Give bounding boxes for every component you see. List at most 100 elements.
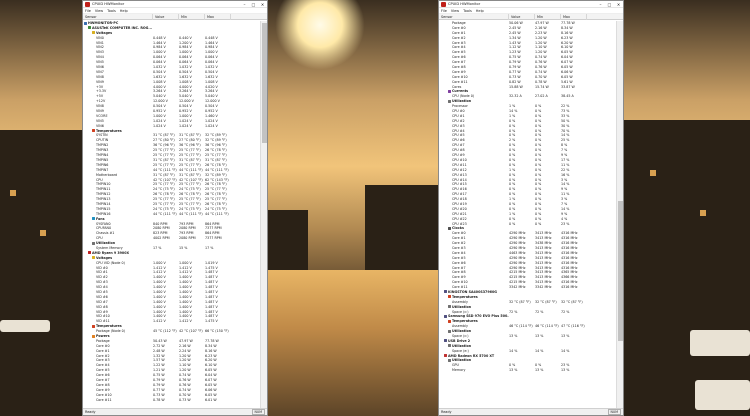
minimize-button[interactable]: – [240, 1, 249, 8]
status-text: Ready [85, 410, 96, 414]
sensor-min: 2080 RPM [179, 236, 196, 241]
hwmonitor-window-left[interactable]: CPUID HWMonitor – □ ✕ File View Tools He… [82, 0, 268, 416]
column-max[interactable]: Max [561, 13, 587, 20]
title-bar[interactable]: CPUID HWMonitor – □ ✕ [83, 1, 267, 8]
menu-file[interactable]: File [441, 9, 447, 13]
volt-icon [92, 256, 95, 260]
row-label-text: Core #6 [452, 260, 466, 265]
row-label-text: VIN2 [96, 45, 104, 50]
row-label-text: Memory [452, 368, 466, 373]
menu-view[interactable]: View [95, 9, 103, 13]
sensor-min: 0 % [535, 221, 542, 226]
menu-help[interactable]: Help [120, 9, 128, 13]
status-bar: Ready NUM [439, 408, 623, 415]
sensor-max: 7377 RPM [205, 236, 222, 241]
menu-tools[interactable]: Tools [107, 9, 116, 13]
vertical-scrollbar[interactable] [260, 21, 267, 408]
row-label-text: Voltages [96, 255, 113, 260]
row-label-text: Clocks [452, 226, 464, 231]
row-label-text: CPU #13 [452, 172, 467, 177]
minimize-button[interactable]: – [596, 1, 605, 8]
row-label-text: Core #0 [452, 25, 466, 30]
vertical-scrollbar[interactable] [616, 21, 623, 408]
sensor-value: 13 % [509, 334, 518, 338]
scrollbar-thumb[interactable] [618, 201, 623, 341]
row-label-text: Core #11 [452, 79, 468, 84]
row-label-text: VID #7 [96, 299, 108, 304]
close-button[interactable]: ✕ [258, 1, 267, 8]
scrollbar-thumb[interactable] [262, 23, 267, 143]
row-label-text: Voltages [96, 30, 113, 35]
row-label-text: Package [452, 21, 466, 25]
row-label-text: VID #9 [96, 309, 108, 314]
volt-icon [92, 31, 95, 35]
maximize-button[interactable]: □ [249, 1, 258, 8]
row-label-text: Core #4 [452, 250, 466, 255]
row-label-text: CPU #12 [452, 167, 467, 172]
sensor-min: 15.74 W [535, 84, 549, 89]
row-label-text: CPU #4 [452, 128, 465, 133]
row-label-text: CPU #3 [452, 123, 465, 128]
sensor-max: 33.87 W [561, 84, 575, 89]
menu-view[interactable]: View [451, 9, 459, 13]
column-max[interactable]: Max [205, 13, 231, 20]
column-min[interactable]: Min [179, 13, 205, 20]
sensor-max: 32 °C (87 °F) [561, 299, 583, 304]
status-text: Ready [441, 410, 452, 414]
sensor-max: 6.01 W [205, 397, 217, 402]
row-label-text: TMPIN14 [96, 201, 111, 206]
sensor-value: 32.32 A [509, 94, 522, 99]
menu-tools[interactable]: Tools [463, 9, 472, 13]
menu-file[interactable]: File [85, 9, 91, 13]
sensor-value: 13 % [509, 368, 518, 373]
sensor-value: 1.412 V [153, 319, 166, 324]
row-label-text: Samsung SSD 970 EVO Plus 500... [448, 314, 509, 319]
column-filler [231, 14, 267, 20]
window-light [10, 190, 16, 196]
row-label-text: CPU (Node 0) [452, 94, 475, 99]
sensor-min: 15 % [179, 245, 188, 250]
title-bar[interactable]: CPUID HWMonitor – □ ✕ [439, 1, 623, 8]
row-label-text: Core #2 [452, 241, 466, 246]
sensor-row[interactable]: Core #11 0.78 W 0.73 W 6.01 W [83, 398, 260, 403]
row-label-text: Utilization [452, 343, 472, 348]
row-label-text: Fans [96, 216, 105, 221]
row-label-text: Temperatures [452, 319, 478, 324]
row-label-text: VID #10 [96, 314, 110, 319]
hwmonitor-window-right[interactable]: CPUID HWMonitor – □ ✕ File View Tools He… [438, 0, 624, 416]
column-value[interactable]: Value [153, 13, 179, 20]
close-button[interactable]: ✕ [614, 1, 623, 8]
row-label-text: +3V [96, 84, 104, 89]
building-right [624, 120, 750, 416]
row-label-text: CPU #16 [452, 187, 467, 192]
column-header: Sensor Value Min Max [83, 13, 267, 20]
row-label-text: Core #3 [96, 358, 110, 363]
sensor-min: 46 °C (114 °F) [535, 324, 559, 329]
row-label-text: Motherboard [96, 172, 118, 177]
fan-icon [92, 217, 95, 221]
maximize-button[interactable]: □ [605, 1, 614, 8]
column-min[interactable]: Min [535, 13, 561, 20]
row-label-text: Utilization [452, 99, 472, 104]
sensor-value: 0.78 W [153, 397, 165, 402]
row-label-text: Assembly [452, 324, 468, 329]
sensor-tree[interactable]: HWMONITOR-PC ASUSTeK COMPUTER INC. ROG...… [83, 21, 260, 408]
row-label-text: Core #5 [452, 50, 466, 55]
window-light [650, 170, 656, 176]
sensor-min: 13 % [535, 334, 544, 338]
row-label-text: +5V [96, 94, 104, 99]
row-label-text: SYSFAN0 [96, 221, 111, 226]
sensor-min: 0.73 W [179, 397, 191, 402]
sensor-tree[interactable]: Package 50.06 W 47.97 W 77.78 W Core #0 2.45 … [439, 21, 616, 408]
column-sensor[interactable]: Sensor [83, 13, 153, 20]
column-sensor[interactable]: Sensor [439, 13, 509, 20]
column-value[interactable]: Value [509, 13, 535, 20]
num-lock-indicator: NUM [251, 409, 265, 415]
column-header: Sensor Value Min Max [439, 13, 623, 20]
window-title: CPUID HWMonitor [92, 2, 125, 6]
menu-help[interactable]: Help [476, 9, 484, 13]
row-label-text: Core #1 [96, 348, 110, 353]
clock-icon [448, 226, 451, 230]
sensor-row[interactable]: Memory 13 % 13 % 13 % [439, 368, 616, 373]
row-label-text: AMD Radeon RX 5700 XT [448, 353, 495, 358]
